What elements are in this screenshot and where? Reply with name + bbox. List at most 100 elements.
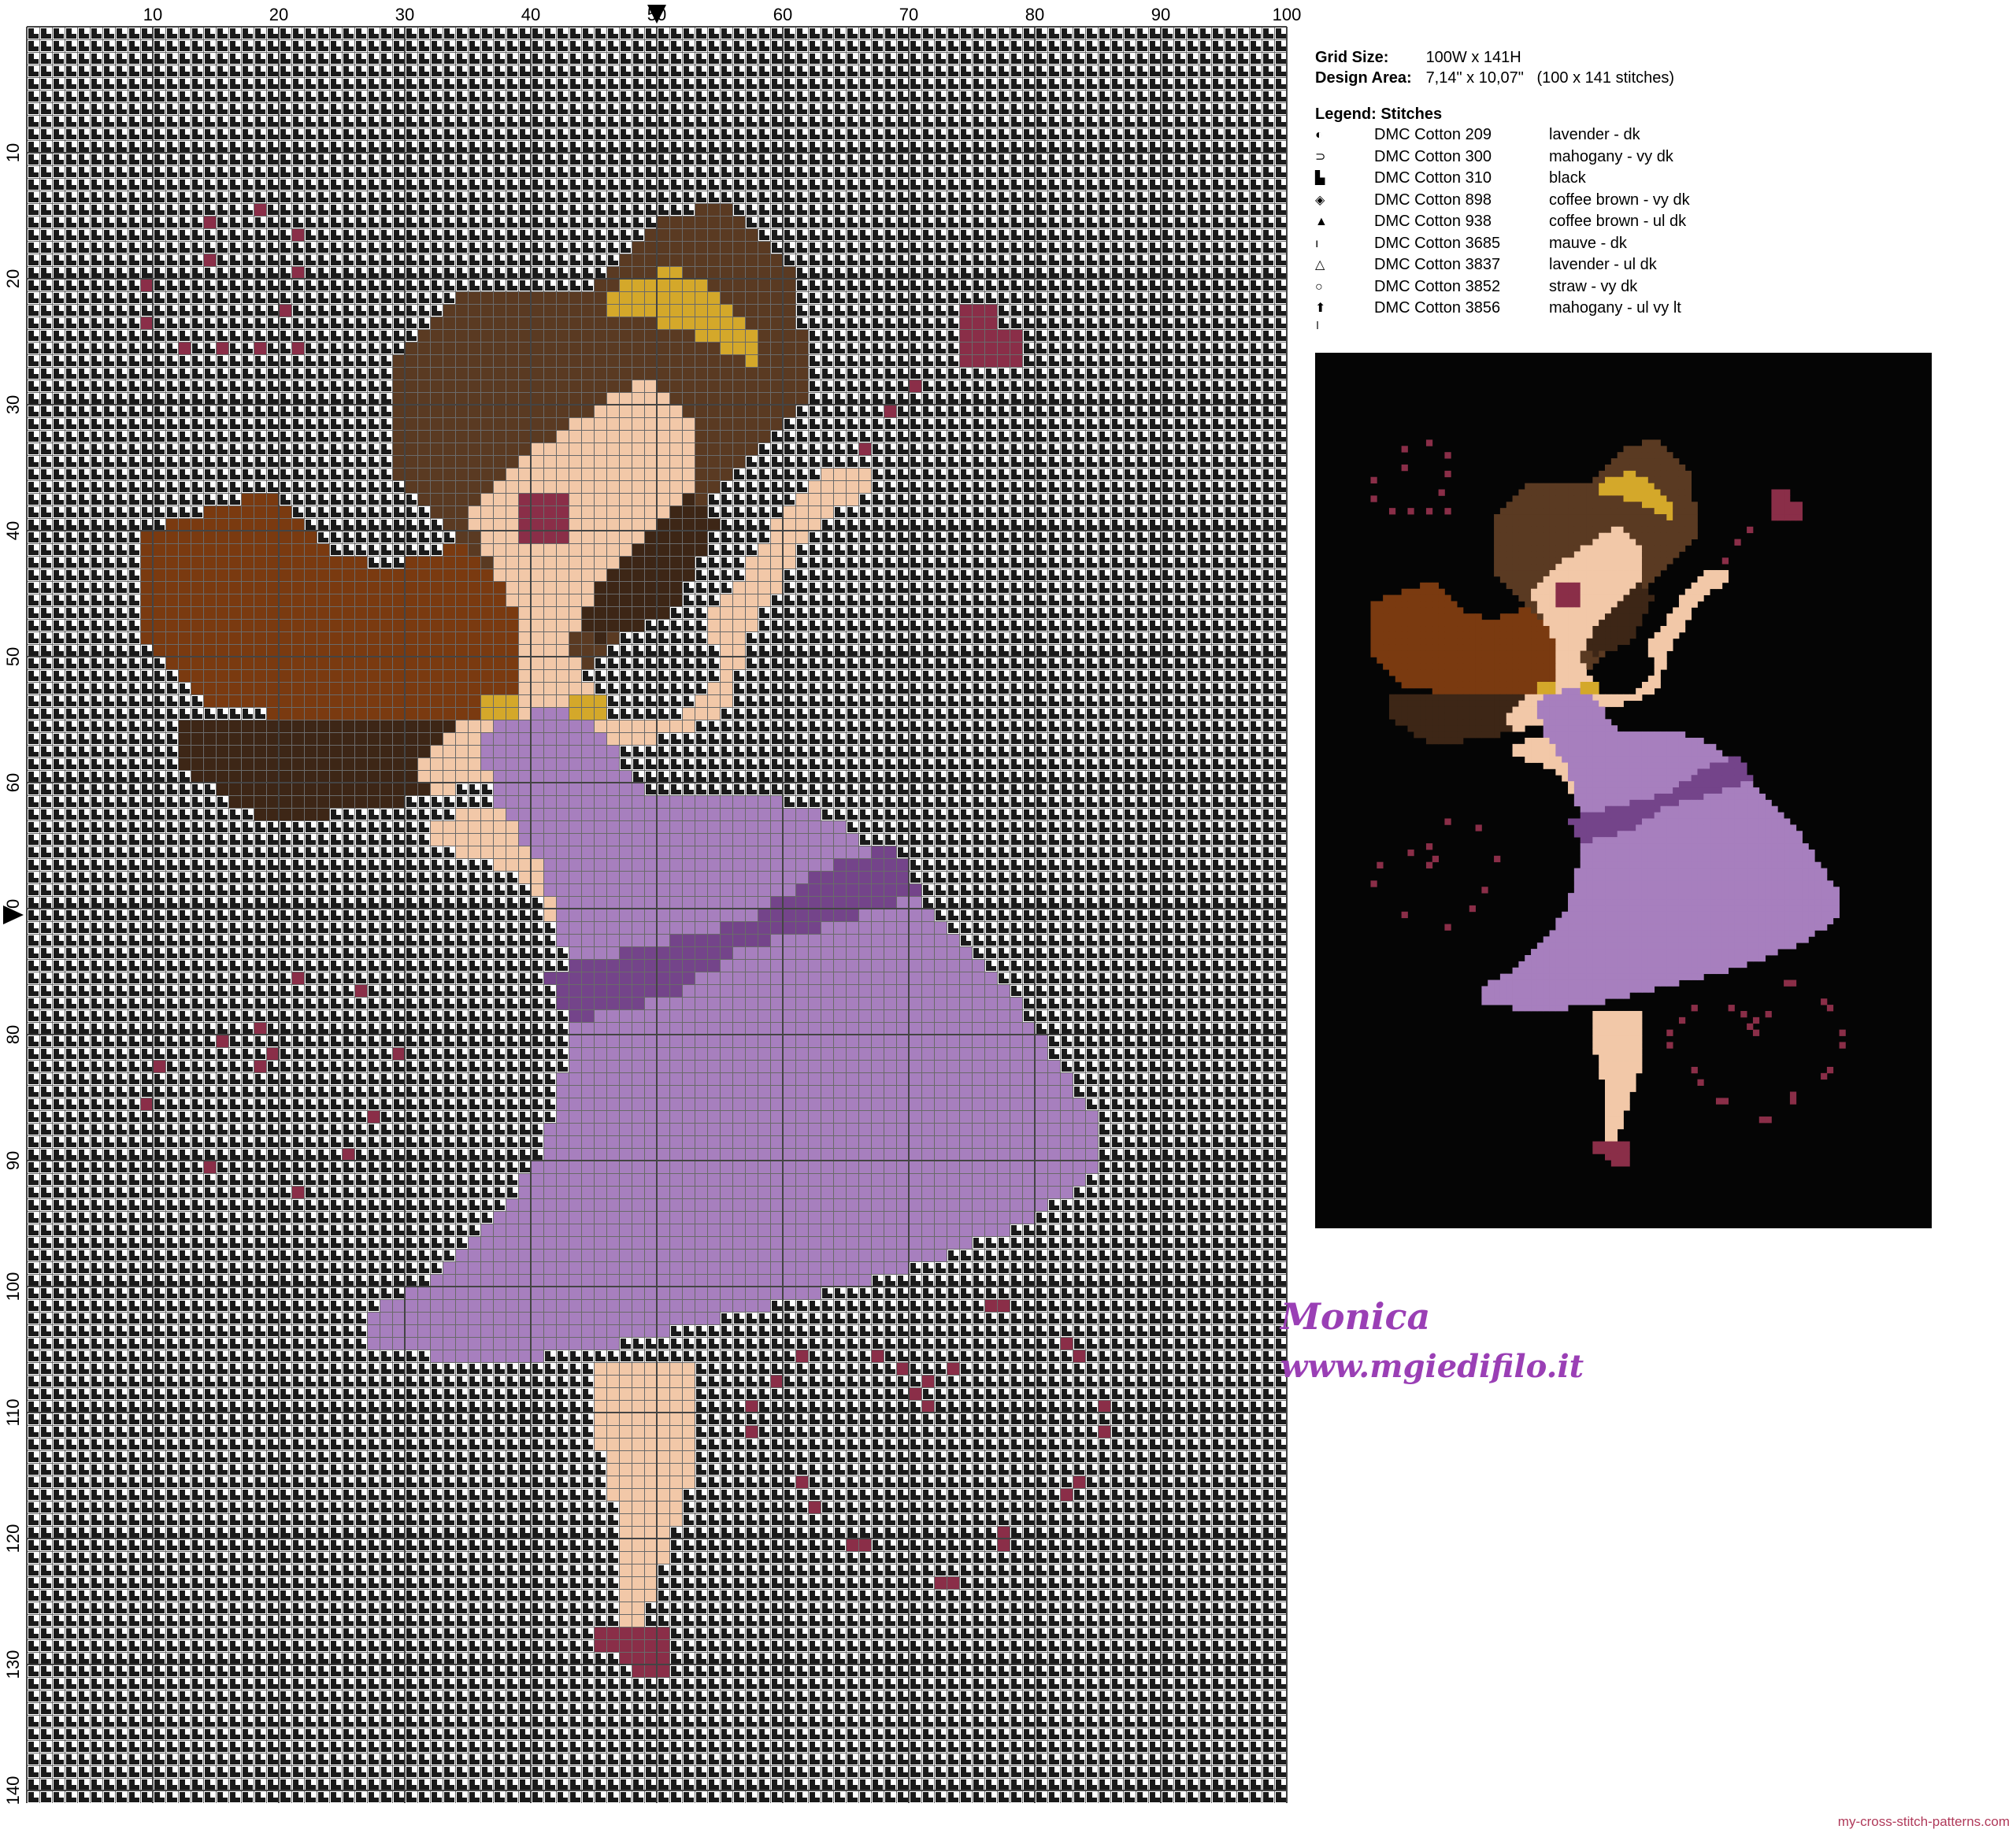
stitch-cell xyxy=(595,443,606,455)
stitch-cell xyxy=(443,569,455,581)
preview-pixel xyxy=(1586,557,1593,565)
stitch-cell xyxy=(683,1161,695,1173)
preview-pixel xyxy=(1438,687,1445,695)
preview-pixel xyxy=(1469,725,1476,732)
stitch-cell xyxy=(721,242,732,254)
preview-pixel xyxy=(1678,483,1686,490)
preview-pixel xyxy=(1586,564,1593,571)
preview-pixel xyxy=(1469,626,1476,633)
preview-pixel xyxy=(1438,620,1445,627)
preview-pixel xyxy=(1401,676,1408,683)
stitch-cell xyxy=(721,1111,732,1123)
preview-pixel xyxy=(1512,681,1519,689)
stitch-cell xyxy=(469,1262,480,1274)
design-area-label: Design Area: xyxy=(1315,69,1412,87)
stitch-cell xyxy=(683,531,695,543)
stitch-cell xyxy=(1036,1048,1047,1060)
stitch-cell xyxy=(179,594,191,606)
stitch-cell xyxy=(746,1061,758,1072)
preview-pixel xyxy=(1425,706,1433,713)
preview-pixel xyxy=(1580,526,1587,534)
stitch-cell xyxy=(784,1124,795,1135)
stitch-cell xyxy=(632,317,644,329)
stitch-cell xyxy=(771,809,783,820)
preview-pixel xyxy=(1549,676,1556,683)
stitch-cell xyxy=(1010,1111,1022,1123)
stitch-cell xyxy=(796,330,808,342)
preview-pixel xyxy=(1543,644,1550,651)
preview-pixel xyxy=(1388,594,1396,602)
stitch-cell xyxy=(519,771,531,783)
preview-pixel xyxy=(1568,508,1575,515)
preview-pixel xyxy=(1543,508,1550,515)
stitch-cell xyxy=(670,267,682,279)
stitch-cell xyxy=(431,746,443,757)
preview-pixel xyxy=(1636,452,1643,459)
stitch-cell xyxy=(620,582,632,594)
stitch-cell xyxy=(557,872,569,883)
legend-item: △ DMC Cotton 3837 lavender - ul dk xyxy=(1315,254,2008,276)
stitch-cell xyxy=(683,506,695,518)
preview-pixel xyxy=(1629,489,1636,496)
stitch-cell xyxy=(695,1262,707,1274)
stitch-cell xyxy=(746,292,758,304)
stitch-cell xyxy=(582,657,594,669)
stitch-cell xyxy=(973,1035,984,1047)
stitch-cell xyxy=(267,796,279,808)
stitch-cell xyxy=(494,405,506,417)
stitch-cell xyxy=(569,468,581,480)
stitch-cell xyxy=(632,1476,644,1488)
preview-pixel xyxy=(1414,644,1421,651)
preview-pixel xyxy=(1420,620,1427,627)
stitch-cell xyxy=(431,695,443,707)
stitch-cell xyxy=(758,557,770,568)
stitch-cell xyxy=(632,393,644,405)
preview-pixel xyxy=(1481,644,1488,651)
stitch-cell xyxy=(771,897,783,909)
preview-pixel xyxy=(1586,626,1593,633)
stitch-cell xyxy=(582,1124,594,1135)
preview-pixel xyxy=(1617,551,1624,558)
stitch-cell xyxy=(733,1023,745,1035)
preview-pixel xyxy=(1401,669,1408,676)
stitch-cell xyxy=(557,1338,569,1350)
preview-pixel xyxy=(1549,564,1556,571)
stitch-cell xyxy=(406,733,417,745)
stitch-cell xyxy=(708,1275,720,1287)
preview-pixel xyxy=(1592,545,1599,552)
stitch-cell xyxy=(569,1187,581,1198)
preview-pixel xyxy=(1605,719,1612,726)
stitch-cell xyxy=(645,405,657,417)
stitch-cell xyxy=(443,708,455,720)
stitch-cell xyxy=(897,1161,909,1173)
stitch-cell xyxy=(872,1111,884,1123)
stitch-cell xyxy=(595,431,606,443)
preview-pixel xyxy=(1562,737,1569,745)
stitch-cell xyxy=(821,960,833,972)
preview-pixel xyxy=(1488,694,1495,702)
stitch-cell xyxy=(330,720,342,732)
preview-pixel xyxy=(1549,607,1556,614)
preview-pixel xyxy=(1420,650,1427,657)
stitch-cell xyxy=(683,1073,695,1085)
stitch-cell xyxy=(708,846,720,858)
preview-pixel xyxy=(1617,694,1624,702)
preview-pixel xyxy=(1494,539,1501,546)
stitch-cell xyxy=(645,305,657,317)
preview-pixel xyxy=(1586,676,1593,683)
stitch-cell xyxy=(897,1023,909,1035)
preview-pixel xyxy=(1599,470,1606,478)
stitch-cell xyxy=(784,998,795,1009)
preview-pixel xyxy=(1536,520,1544,528)
preview-pixel xyxy=(1401,446,1408,453)
stitch-cell xyxy=(443,1262,455,1274)
stitch-cell xyxy=(683,242,695,254)
stitch-cell xyxy=(897,1073,909,1085)
preview-pixel xyxy=(1562,731,1569,739)
stitch-cell xyxy=(267,720,279,732)
stitch-cell xyxy=(695,1250,707,1261)
preview-pixel xyxy=(1543,489,1550,496)
stitch-cell xyxy=(658,254,669,266)
stitch-cell xyxy=(683,254,695,266)
stitch-cell xyxy=(985,998,997,1009)
